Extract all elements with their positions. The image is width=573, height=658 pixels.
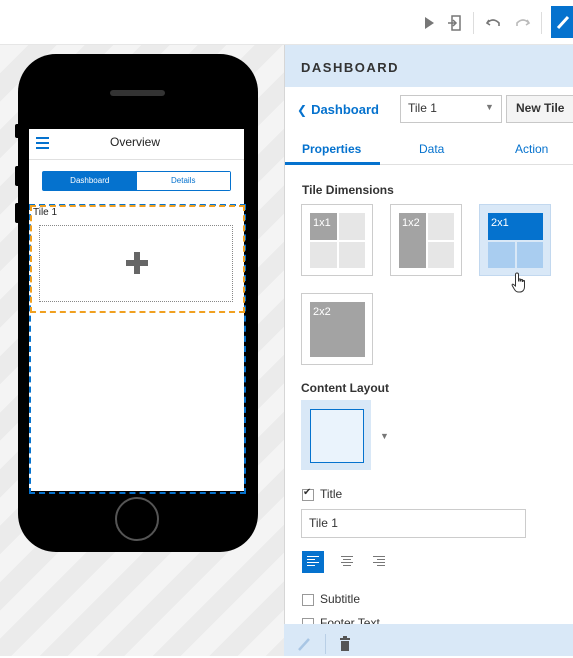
content-layout-preview — [310, 409, 364, 463]
chevron-left-icon: ❮ — [297, 103, 308, 117]
dimension-label: 1x2 — [402, 217, 420, 229]
title-input[interactable] — [309, 516, 509, 530]
dimension-label: 1x1 — [313, 217, 331, 229]
edit-mode-button[interactable] — [551, 6, 573, 38]
trash-icon[interactable] — [338, 636, 352, 652]
dimension-label: 2x1 — [491, 217, 509, 229]
hamburger-menu-icon[interactable] — [36, 137, 49, 149]
align-center-button[interactable] — [336, 551, 358, 573]
phone-side-button — [15, 203, 20, 223]
align-center-icon — [341, 556, 353, 568]
tab-action[interactable]: Action — [515, 142, 548, 156]
tile-label: Tile 1 — [33, 207, 58, 218]
panel-footer — [284, 624, 573, 656]
phone-speaker — [110, 90, 165, 96]
play-icon[interactable] — [420, 14, 438, 32]
chevron-down-icon[interactable]: ▼ — [380, 431, 389, 441]
tile-dimensions-heading: Tile Dimensions — [302, 183, 394, 197]
tab-properties[interactable]: Properties — [302, 142, 361, 156]
title-field[interactable] — [301, 509, 526, 538]
tab-details[interactable]: Details — [136, 172, 230, 190]
active-tab-indicator — [285, 162, 380, 165]
app-tab-bar: Dashboard Details — [42, 171, 231, 191]
title-checkbox-label: Title — [320, 487, 343, 501]
align-left-icon — [307, 556, 319, 568]
back-to-dashboard-link[interactable]: ❮ Dashboard — [297, 102, 379, 117]
phone-side-button — [15, 124, 20, 138]
undo-icon[interactable] — [484, 14, 502, 32]
tab-dashboard[interactable]: Dashboard — [43, 172, 137, 190]
dimension-label: 2x2 — [313, 306, 331, 318]
tile-select-value: Tile 1 — [408, 101, 437, 115]
hand-pointer-cursor-icon — [511, 272, 529, 294]
panel-title: DASHBOARD — [301, 60, 399, 75]
toolbar-divider — [473, 12, 474, 34]
app-title: Overview — [109, 135, 160, 149]
title-checkbox[interactable] — [302, 487, 314, 501]
phone-home-button — [115, 497, 159, 541]
dimension-option-2x2[interactable]: 2x2 — [301, 293, 373, 365]
subtitle-checkbox-label: Subtitle — [320, 592, 361, 606]
phone-side-button — [15, 166, 20, 186]
content-layout-heading: Content Layout — [301, 381, 389, 395]
align-right-icon — [373, 556, 385, 568]
align-left-button[interactable] — [302, 551, 324, 573]
toolbar-divider — [541, 12, 542, 34]
dimension-option-1x1[interactable]: 1x1 — [301, 204, 373, 276]
edit-icon[interactable] — [296, 635, 312, 653]
dimension-option-1x2[interactable]: 1x2 — [390, 204, 462, 276]
subtitle-checkbox[interactable] — [302, 594, 314, 606]
add-content-icon[interactable] — [125, 251, 149, 275]
new-tile-button-label: New Tile — [516, 101, 565, 115]
back-link-label: Dashboard — [311, 102, 379, 117]
redo-icon[interactable] — [514, 14, 532, 32]
dimension-option-2x1[interactable]: 2x1 — [479, 204, 551, 276]
chevron-down-icon[interactable]: ▼ — [485, 102, 494, 112]
footer-divider — [325, 634, 326, 654]
align-right-button[interactable] — [368, 551, 390, 573]
tab-data[interactable]: Data — [419, 142, 444, 156]
export-icon[interactable] — [446, 14, 464, 32]
